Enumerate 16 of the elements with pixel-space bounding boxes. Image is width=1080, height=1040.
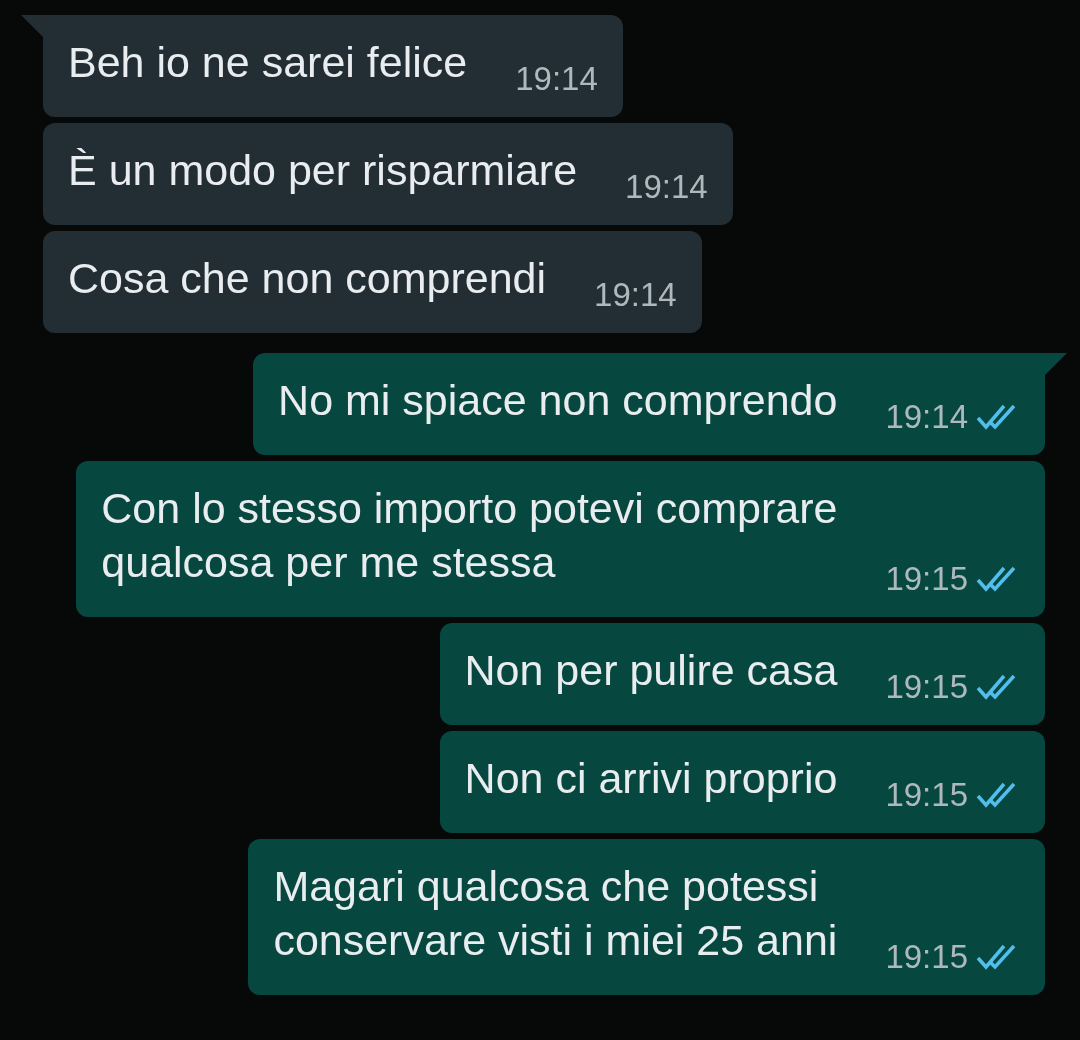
message-time: 19:15: [885, 775, 968, 815]
message-text: Beh io ne sarei felice: [68, 37, 468, 88]
message-time: 19:14: [515, 59, 598, 99]
message-time: 19:14: [594, 275, 677, 315]
message-text: Non ci arrivi proprio: [464, 753, 838, 804]
message-text: Magari qualcosa che potessi conservare visti i miei 25 anni: [273, 861, 838, 966]
message-text: Non per pulire casa: [464, 645, 838, 696]
message-time: 19:14: [885, 397, 968, 437]
message-time: 19:14: [625, 167, 708, 207]
message-text: Con lo stesso importo potevi comprare qualcosa per me stessa: [101, 483, 838, 588]
message-time: 19:15: [885, 559, 968, 599]
message-time: 19:15: [885, 667, 968, 707]
message-time: 19:15: [885, 937, 968, 977]
message-text: No mi spiace non comprendo: [278, 375, 838, 426]
message-text: Cosa che non comprendi: [68, 253, 547, 304]
message-text: È un modo per risparmiare: [68, 145, 578, 196]
